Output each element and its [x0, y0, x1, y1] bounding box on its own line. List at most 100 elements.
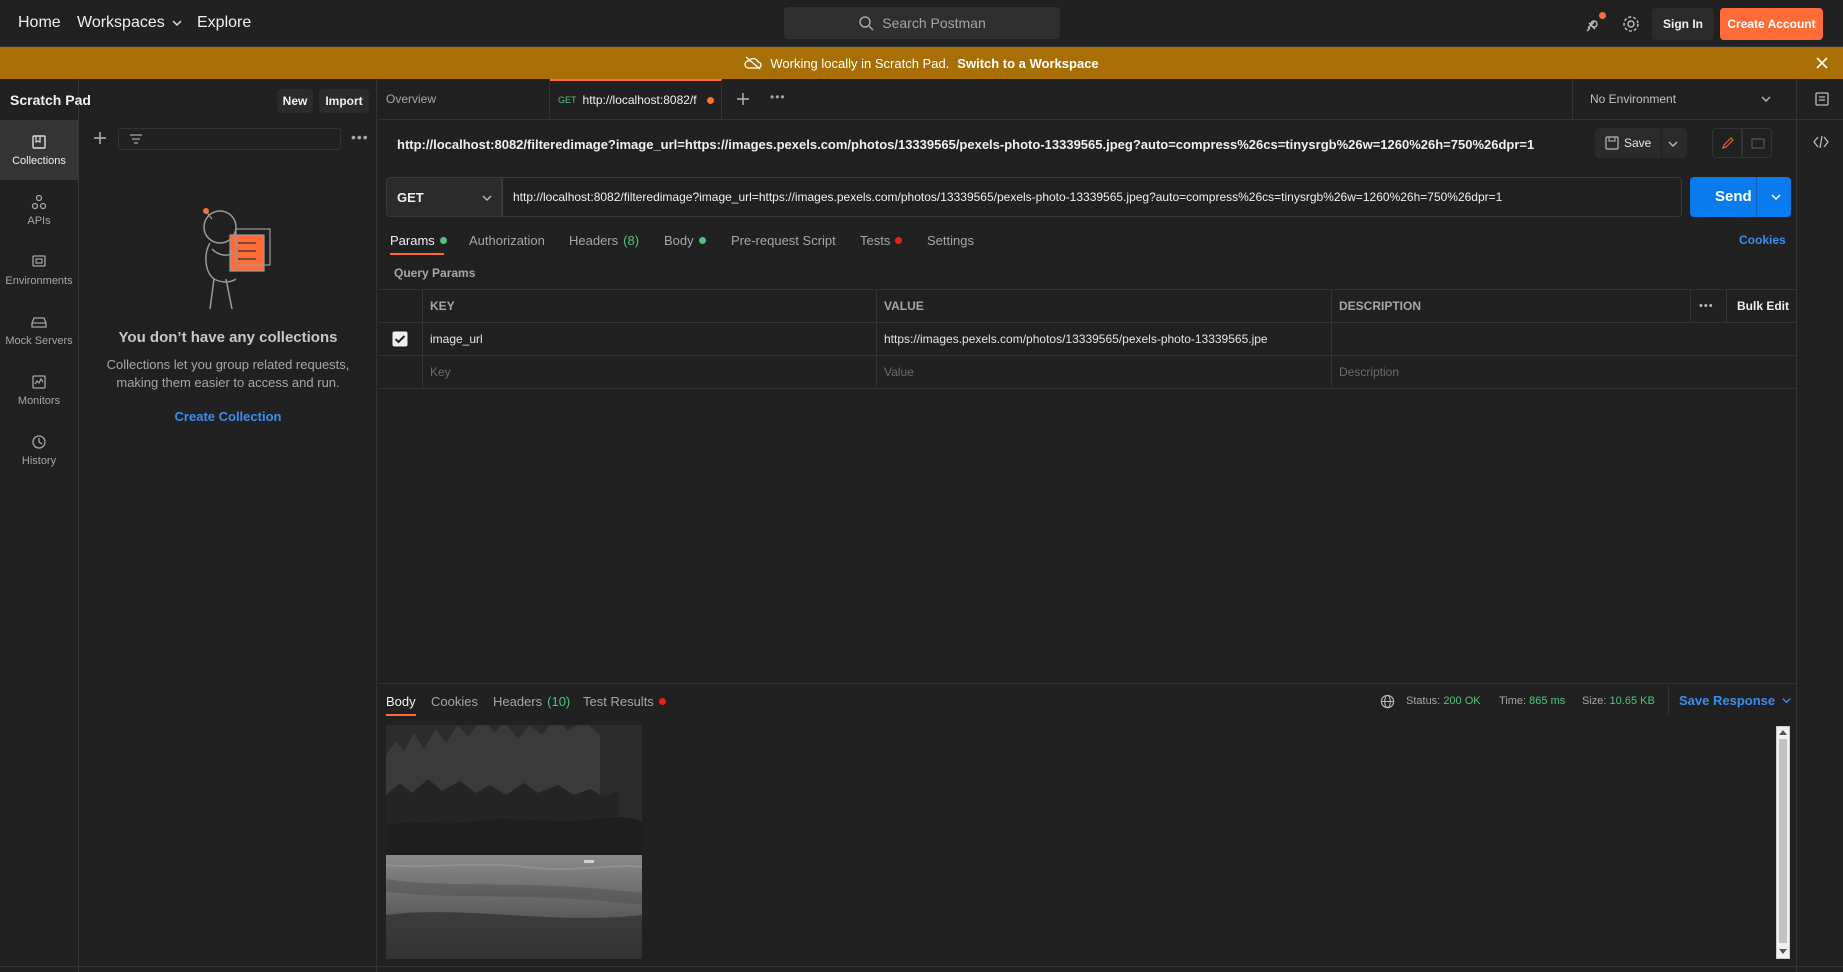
response-tab-headers[interactable]: Headers (10): [493, 694, 570, 709]
more-options-icon[interactable]: •••: [351, 129, 369, 145]
settings-gear-icon[interactable]: [1621, 14, 1641, 34]
satellite-icon[interactable]: [1584, 12, 1606, 34]
active-tab-indicator: [386, 714, 416, 716]
divider: [1668, 686, 1669, 716]
tab-headers[interactable]: Headers (8): [569, 233, 639, 248]
nav-workspaces[interactable]: Workspaces: [77, 14, 183, 32]
edit-button[interactable]: [1712, 128, 1742, 158]
bulk-edit-button[interactable]: Bulk Edit: [1729, 290, 1789, 322]
save-response-label: Save Response: [1679, 693, 1776, 708]
save-response-button[interactable]: Save Response: [1679, 693, 1792, 708]
tab-authorization[interactable]: Authorization: [469, 233, 545, 248]
sidebar-item-history[interactable]: History: [0, 420, 78, 480]
create-collection-link[interactable]: Create Collection: [79, 409, 377, 424]
time-value: 865 ms: [1529, 695, 1566, 707]
tab-settings[interactable]: Settings: [927, 233, 974, 248]
sidebar-item-label: Collections: [12, 154, 66, 167]
import-button[interactable]: Import: [319, 89, 369, 113]
close-icon[interactable]: [1815, 56, 1829, 70]
globe-icon[interactable]: [1380, 694, 1395, 709]
description-placeholder[interactable]: Description: [1331, 356, 1399, 388]
tab-active-request[interactable]: GET http://localhost:8082/f: [550, 79, 722, 119]
sidebar-item-label: History: [21, 454, 57, 467]
cookies-link[interactable]: Cookies: [1739, 233, 1786, 247]
tab-params[interactable]: Params: [390, 233, 447, 248]
notification-dot: [1599, 12, 1606, 19]
divider: [1572, 79, 1573, 119]
param-description[interactable]: [1331, 323, 1339, 355]
environment-select[interactable]: No Environment: [1574, 79, 1784, 119]
save-button[interactable]: Save: [1595, 128, 1687, 158]
right-sidebar: [1796, 79, 1843, 972]
scratch-pad-title: Scratch Pad: [10, 92, 91, 108]
chevron-down-icon: [482, 195, 492, 201]
url-input[interactable]: http://localhost:8082/filteredimage?imag…: [502, 177, 1682, 217]
tab-tests[interactable]: Tests: [860, 233, 903, 248]
status-value: 200 OK: [1443, 695, 1481, 707]
banner-text: Working locally in Scratch Pad.: [770, 55, 950, 71]
param-key[interactable]: image_url: [422, 323, 483, 355]
size-value: 10.65 KB: [1609, 695, 1655, 707]
filter-input[interactable]: [118, 128, 341, 150]
new-button[interactable]: New: [277, 89, 313, 113]
tab-overview[interactable]: Overview: [378, 79, 550, 119]
response-scrollbar[interactable]: [1776, 726, 1790, 959]
method-label: GET: [397, 189, 424, 205]
sidebar-item-monitors[interactable]: Monitors: [0, 360, 78, 420]
value-placeholder[interactable]: Value: [876, 356, 914, 388]
response-tab-cookies[interactable]: Cookies: [431, 694, 478, 709]
column-options-icon[interactable]: •••: [1691, 290, 1714, 322]
nav-home[interactable]: Home: [18, 14, 61, 32]
search-placeholder: Search Postman: [882, 15, 986, 31]
sidebar-rail: Collections APIs Environments Mock Serve…: [0, 79, 79, 972]
tab-headers-label: Headers: [569, 233, 619, 248]
column-header-key: KEY: [430, 299, 455, 313]
empty-collections-illustration: [203, 208, 271, 310]
scroll-down-icon[interactable]: [1779, 949, 1787, 955]
param-value[interactable]: https://images.pexels.com/photos/1333956…: [876, 323, 1268, 355]
search-input[interactable]: Search Postman: [784, 7, 1060, 39]
column-header-description: DESCRIPTION: [1339, 299, 1422, 313]
create-account-button[interactable]: Create Account: [1720, 8, 1823, 40]
tab-body[interactable]: Body: [664, 233, 706, 248]
response-divider: [378, 683, 1796, 684]
switch-workspace-link[interactable]: Switch to a Workspace: [957, 56, 1098, 71]
headers-count: (8): [623, 233, 640, 248]
status-label: Status:: [1406, 695, 1441, 707]
test-results-label: Test Results: [583, 694, 654, 709]
add-tab-icon[interactable]: [736, 92, 750, 106]
tab-label: http://localhost:8082/f: [582, 93, 697, 107]
sidebar-item-environments[interactable]: Environments: [0, 240, 78, 300]
environment-label: No Environment: [1590, 92, 1677, 106]
sign-in-button[interactable]: Sign In: [1652, 8, 1714, 40]
time-info: Time: 865 ms: [1499, 695, 1565, 707]
table-row-empty: Key Value Description: [378, 356, 1796, 389]
tab-params-label: Params: [390, 233, 435, 248]
sidebar-item-apis[interactable]: APIs: [0, 180, 78, 240]
tab-pre-request-script[interactable]: Pre-request Script: [731, 233, 836, 248]
search-icon: [859, 16, 874, 31]
add-icon[interactable]: [93, 131, 107, 145]
sidebar-item-mock-servers[interactable]: Mock Servers: [0, 300, 78, 360]
time-label: Time:: [1499, 695, 1527, 707]
scroll-up-icon[interactable]: [1779, 729, 1787, 735]
code-icon[interactable]: [1813, 135, 1829, 149]
scroll-thumb[interactable]: [1779, 739, 1787, 943]
sidebar-item-collections[interactable]: Collections: [0, 120, 78, 180]
status-dot: [895, 237, 903, 244]
send-button[interactable]: Send: [1690, 177, 1791, 217]
response-tab-test-results[interactable]: Test Results: [583, 694, 666, 709]
nav-explore[interactable]: Explore: [197, 14, 251, 32]
environments-icon: [32, 254, 46, 267]
param-checkbox[interactable]: [392, 323, 408, 355]
response-tab-body[interactable]: Body: [386, 694, 416, 709]
monitors-icon: [32, 374, 46, 389]
more-tabs-icon[interactable]: •••: [770, 90, 786, 104]
key-placeholder[interactable]: Key: [422, 356, 451, 388]
method-select[interactable]: GET: [386, 177, 502, 217]
params-table: KEY VALUE DESCRIPTION ••• Bulk Edit imag…: [378, 289, 1796, 389]
sidebar-item-label: Monitors: [17, 394, 61, 407]
comments-button[interactable]: [1742, 128, 1772, 158]
tab-method: GET: [558, 95, 577, 105]
cloud-off-icon: [744, 56, 762, 70]
